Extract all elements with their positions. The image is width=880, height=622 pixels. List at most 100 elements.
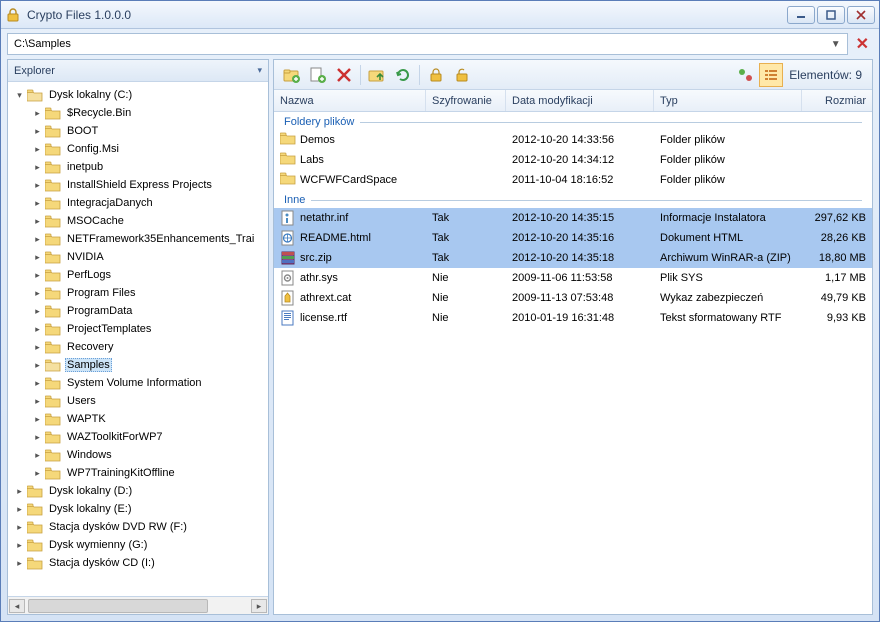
scroll-thumb[interactable] bbox=[28, 599, 208, 613]
col-size[interactable]: Rozmiar bbox=[802, 90, 872, 111]
view-details-button[interactable] bbox=[759, 63, 783, 87]
minimize-button[interactable] bbox=[787, 6, 815, 24]
expand-icon[interactable]: ▸ bbox=[32, 216, 43, 227]
chevron-down-icon[interactable]: ▾ bbox=[257, 65, 262, 76]
tree-folder[interactable]: ▸Program Files bbox=[10, 284, 266, 302]
expand-icon[interactable]: ▸ bbox=[32, 468, 43, 479]
add-folder-button[interactable] bbox=[280, 63, 304, 87]
file-row[interactable]: athr.sys Nie 2009-11-06 11:53:58 Plik SY… bbox=[274, 268, 872, 288]
folder-icon bbox=[280, 152, 296, 165]
col-name[interactable]: Nazwa bbox=[274, 90, 426, 111]
tree-drive[interactable]: ▾ Dysk lokalny (C:) bbox=[10, 86, 266, 104]
file-row[interactable]: Labs 2012-10-20 14:34:12 Folder plików bbox=[274, 150, 872, 170]
folder-tree[interactable]: ▾ Dysk lokalny (C:) ▸$Recycle.Bin▸BOOT▸Con… bbox=[8, 82, 268, 596]
expand-icon[interactable]: ▸ bbox=[32, 414, 43, 425]
expand-icon[interactable]: ▸ bbox=[14, 522, 25, 533]
explorer-title: Explorer bbox=[14, 65, 55, 77]
tree-folder[interactable]: ▸InstallShield Express Projects bbox=[10, 176, 266, 194]
expand-icon[interactable]: ▸ bbox=[32, 180, 43, 191]
tree-scrollbar[interactable]: ◂ ▸ bbox=[8, 596, 268, 614]
expand-icon[interactable]: ▸ bbox=[32, 432, 43, 443]
expand-icon[interactable]: ▸ bbox=[32, 378, 43, 389]
expand-icon[interactable]: ▸ bbox=[14, 558, 25, 569]
chevron-down-icon[interactable]: ▼ bbox=[831, 39, 841, 50]
tree-drive[interactable]: ▸Stacja dysków DVD RW (F:) bbox=[10, 518, 266, 536]
file-row[interactable]: athrext.cat Nie 2009-11-13 07:53:48 Wyka… bbox=[274, 288, 872, 308]
tree-folder[interactable]: ▸MSOCache bbox=[10, 212, 266, 230]
expand-icon[interactable]: ▸ bbox=[14, 504, 25, 515]
expand-icon[interactable]: ▸ bbox=[14, 486, 25, 497]
expand-icon[interactable]: ▸ bbox=[14, 540, 25, 551]
expand-icon[interactable]: ▸ bbox=[32, 270, 43, 281]
close-button[interactable] bbox=[847, 6, 875, 24]
folder-icon bbox=[45, 413, 61, 426]
tree-label: NETFramework35Enhancements_Trai bbox=[65, 233, 256, 245]
tree-folder[interactable]: ▸PerfLogs bbox=[10, 266, 266, 284]
clear-address-icon[interactable]: ✕ bbox=[852, 34, 873, 54]
tree-folder[interactable]: ▸WP7TrainingKitOffline bbox=[10, 464, 266, 482]
file-row[interactable]: license.rtf Nie 2010-01-19 16:31:48 Teks… bbox=[274, 308, 872, 328]
expand-icon[interactable]: ▸ bbox=[32, 450, 43, 461]
tree-folder[interactable]: ▸Recovery bbox=[10, 338, 266, 356]
expand-icon[interactable]: ▸ bbox=[32, 234, 43, 245]
cell-date: 2009-11-06 11:53:58 bbox=[506, 272, 654, 284]
tree-folder[interactable]: ▸ NETFramework35Enhancements_Trai bbox=[10, 230, 266, 248]
up-folder-button[interactable] bbox=[365, 63, 389, 87]
expand-icon[interactable]: ▸ bbox=[32, 342, 43, 353]
view-icons-button[interactable] bbox=[733, 63, 757, 87]
tree-drive[interactable]: ▸Dysk lokalny (D:) bbox=[10, 482, 266, 500]
tree-folder[interactable]: ▸Users bbox=[10, 392, 266, 410]
tree-folder[interactable]: ▸Samples bbox=[10, 356, 266, 374]
tree-label: Dysk lokalny (C:) bbox=[47, 89, 134, 101]
scroll-left-icon[interactable]: ◂ bbox=[9, 599, 25, 613]
file-list[interactable]: Foldery plików Demos 2012-10-20 14:33:56… bbox=[274, 112, 872, 614]
tree-folder[interactable]: ▸$Recycle.Bin bbox=[10, 104, 266, 122]
tree-folder[interactable]: ▸WAZToolkitForWP7 bbox=[10, 428, 266, 446]
encrypt-button[interactable] bbox=[424, 63, 448, 87]
tree-label: ProjectTemplates bbox=[65, 323, 153, 335]
file-row[interactable]: WCFWFCardSpace 2011-10-04 18:16:52 Folde… bbox=[274, 170, 872, 190]
tree-folder[interactable]: ▸BOOT bbox=[10, 122, 266, 140]
expand-icon[interactable]: ▸ bbox=[32, 396, 43, 407]
col-encryption[interactable]: Szyfrowanie bbox=[426, 90, 506, 111]
expand-icon[interactable]: ▸ bbox=[32, 324, 43, 335]
expand-icon[interactable]: ▾ bbox=[14, 90, 25, 101]
expand-icon[interactable]: ▸ bbox=[32, 162, 43, 173]
file-row[interactable]: README.html Tak 2012-10-20 14:35:16 Doku… bbox=[274, 228, 872, 248]
tree-folder[interactable]: ▸Windows bbox=[10, 446, 266, 464]
tree-folder[interactable]: ▸inetpub bbox=[10, 158, 266, 176]
file-row[interactable]: netathr.inf Tak 2012-10-20 14:35:15 Info… bbox=[274, 208, 872, 228]
expand-icon[interactable]: ▸ bbox=[32, 288, 43, 299]
tree-folder[interactable]: ▸WAPTK bbox=[10, 410, 266, 428]
expand-icon[interactable]: ▸ bbox=[32, 126, 43, 137]
expand-icon[interactable]: ▸ bbox=[32, 306, 43, 317]
col-date[interactable]: Data modyfikacji bbox=[506, 90, 654, 111]
file-row[interactable]: src.zip Tak 2012-10-20 14:35:18 Archiwum… bbox=[274, 248, 872, 268]
add-file-button[interactable] bbox=[306, 63, 330, 87]
tree-drive[interactable]: ▸Dysk wymienny (G:) bbox=[10, 536, 266, 554]
address-path: C:\Samples bbox=[14, 38, 71, 50]
tree-folder[interactable]: ▸System Volume Information bbox=[10, 374, 266, 392]
expand-icon[interactable]: ▸ bbox=[32, 144, 43, 155]
tree-folder[interactable]: ▸IntegracjaDanych bbox=[10, 194, 266, 212]
tree-folder[interactable]: ▸Config.Msi bbox=[10, 140, 266, 158]
refresh-button[interactable] bbox=[391, 63, 415, 87]
expand-icon[interactable]: ▸ bbox=[32, 252, 43, 263]
tree-drive[interactable]: ▸Dysk lokalny (E:) bbox=[10, 500, 266, 518]
folder-icon bbox=[45, 215, 61, 228]
decrypt-button[interactable] bbox=[450, 63, 474, 87]
tree-drive[interactable]: ▸Stacja dysków CD (I:) bbox=[10, 554, 266, 572]
tree-folder[interactable]: ▸ProgramData bbox=[10, 302, 266, 320]
address-input[interactable]: C:\Samples ▼ bbox=[7, 33, 848, 55]
scroll-right-icon[interactable]: ▸ bbox=[251, 599, 267, 613]
tree-folder[interactable]: ▸NVIDIA bbox=[10, 248, 266, 266]
maximize-button[interactable] bbox=[817, 6, 845, 24]
expand-icon[interactable]: ▸ bbox=[32, 108, 43, 119]
tree-folder[interactable]: ▸ ProjectTemplates bbox=[10, 320, 266, 338]
file-panel: Elementów: 9 Nazwa Szyfrowanie Data mody… bbox=[273, 59, 873, 615]
col-type[interactable]: Typ bbox=[654, 90, 802, 111]
delete-button[interactable] bbox=[332, 63, 356, 87]
file-row[interactable]: Demos 2012-10-20 14:33:56 Folder plików bbox=[274, 130, 872, 150]
expand-icon[interactable]: ▸ bbox=[32, 198, 43, 209]
expand-icon[interactable]: ▸ bbox=[32, 360, 43, 371]
